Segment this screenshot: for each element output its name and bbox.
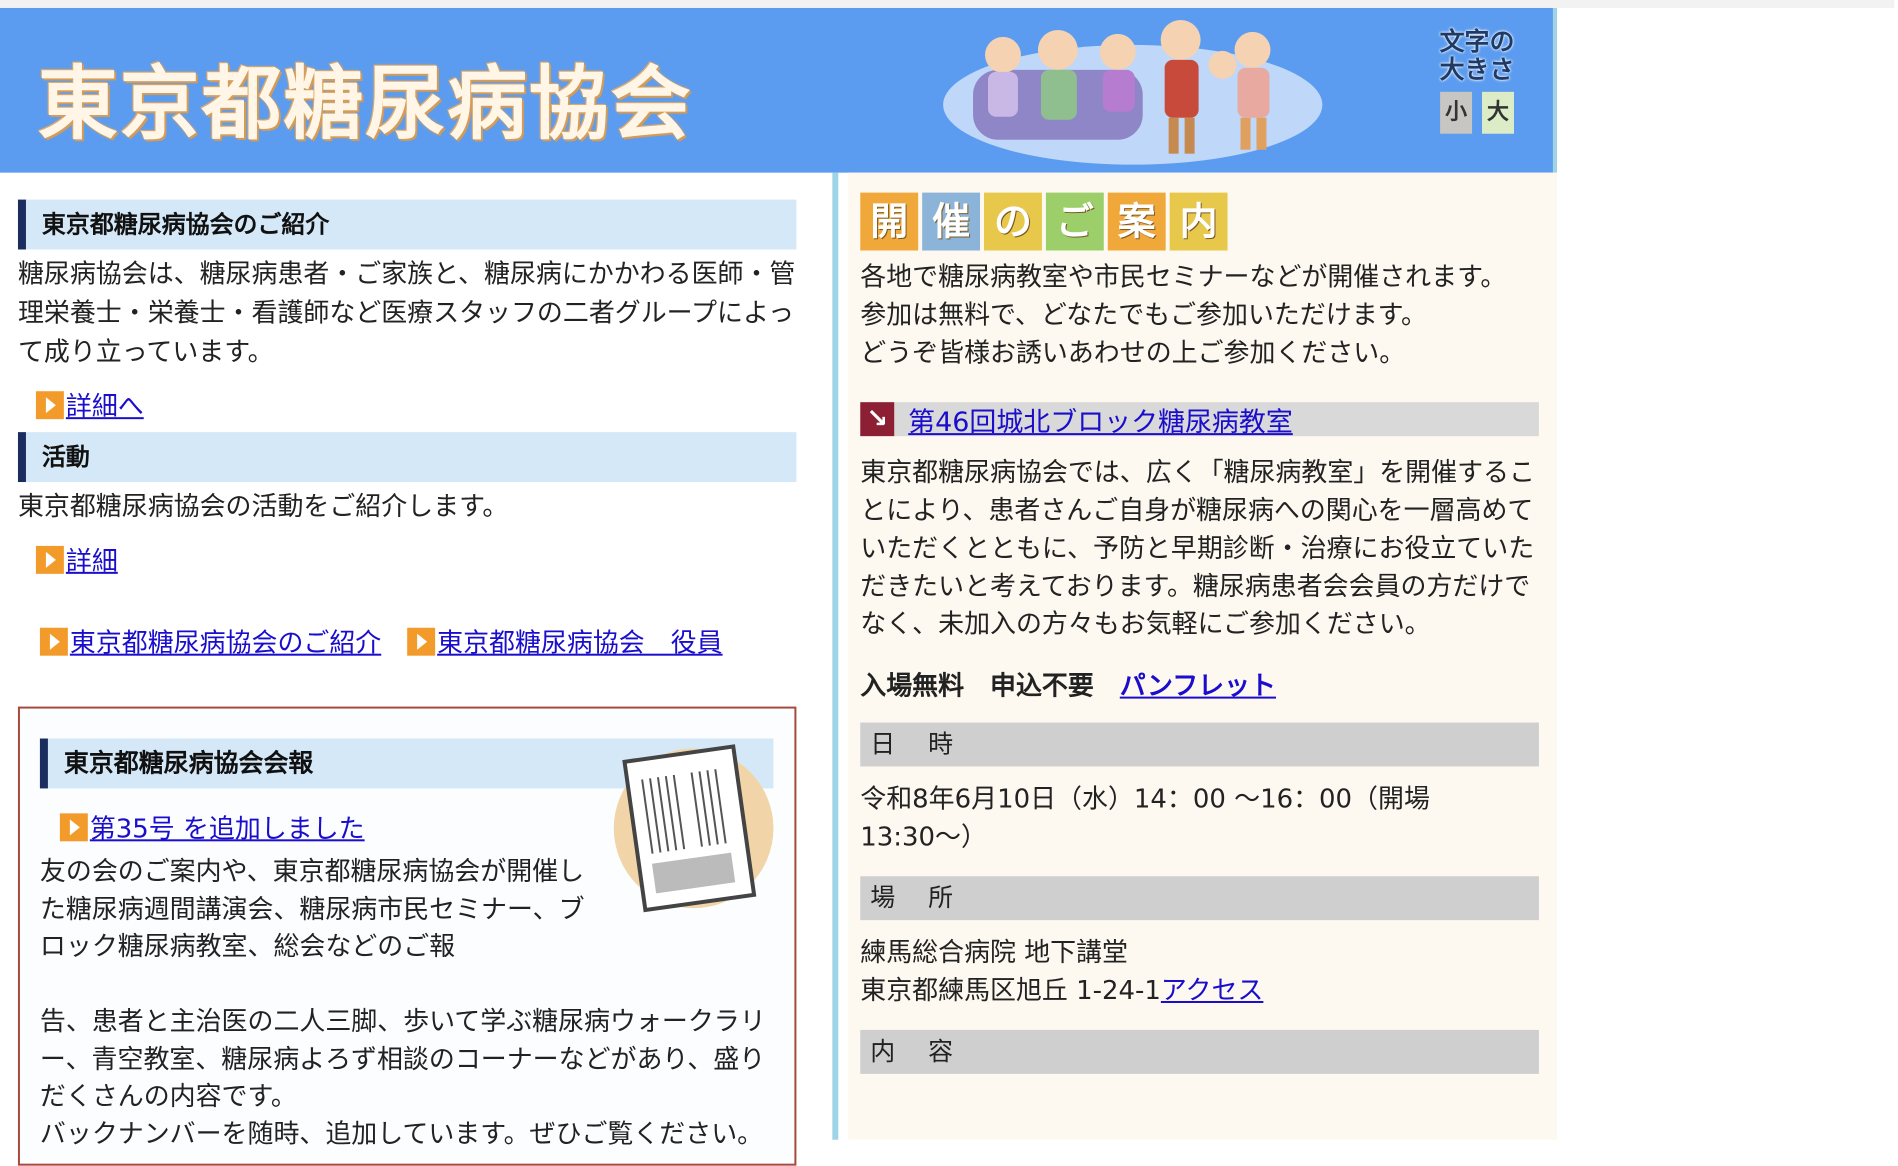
- top-strip: [0, 0, 1895, 8]
- events-title-char-5: 内: [1169, 192, 1228, 251]
- place-label: 場 所: [860, 876, 1539, 921]
- right-column: 開 催 の ご 案 内 各地で糖尿病教室や市民セミナーなどが開催されます。 参加…: [848, 172, 1557, 1140]
- bulletin-box: 東京都糖尿病協会会報 第35号 を追加しました 友の会のご案内や、東京都糖尿病協…: [17, 706, 797, 1166]
- no-application-label: 申込不要: [990, 671, 1094, 702]
- event-title-link[interactable]: 第46回城北ブロック糖尿病教室: [908, 400, 1293, 439]
- bulletin-latest: 第35号 を追加しました: [59, 808, 365, 845]
- font-small-button[interactable]: 小: [1440, 91, 1473, 134]
- bulletin-text-2: 告、患者と主治医の二人三脚、歩いて学ぶ糖尿病ウォークラリー、青空教室、糖尿病よろ…: [40, 1004, 779, 1154]
- events-title: 開 催 の ご 案 内: [860, 192, 1539, 251]
- sub-links: 東京都糖尿病協会のご紹介 東京都糖尿病協会 役員: [39, 623, 796, 660]
- font-size-label-line1: 文字の: [1439, 26, 1515, 56]
- arrow-right-icon: [35, 545, 64, 574]
- font-size-label-line2: 大きさ: [1439, 54, 1515, 84]
- left-column: 東京都糖尿病協会のご紹介 糖尿病協会は、糖尿病患者・ご家族と、糖尿病にかかわる医…: [17, 199, 797, 1166]
- intro-text: 糖尿病協会は、糖尿病患者・ご家族と、糖尿病にかかわる医師・管理栄養士・栄養士・看…: [17, 259, 796, 368]
- events-intro-line3: どうぞ皆様お誘いあわせの上ご参加ください。: [860, 338, 1406, 369]
- place-address-line: 東京都練馬区旭丘 1-24-1アクセス: [860, 972, 1539, 1010]
- events-intro-line1: 各地で糖尿病教室や市民セミナーなどが開催されます。: [860, 262, 1507, 293]
- bulletin-text-2a: 告、患者と主治医の二人三脚、歩いて学ぶ糖尿病ウォークラリー、青空教室、糖尿病よろ…: [39, 1006, 766, 1112]
- intro-heading: 東京都糖尿病協会のご紹介: [17, 199, 797, 250]
- arrow-down-right-icon: ↘: [860, 402, 895, 437]
- event-title-bar: ↘ 第46回城北ブロック糖尿病教室: [860, 400, 1539, 439]
- site-logo[interactable]: 東京都糖尿病協会: [38, 40, 693, 156]
- family-illustration: [943, 19, 1323, 165]
- activity-more: 詳細: [35, 545, 796, 579]
- events-title-char-1: 催: [922, 192, 981, 251]
- intro-more: 詳細へ: [35, 390, 796, 424]
- event-description: 東京都糖尿病協会では、広く「糖尿病教室」を開催することにより、患者さんご自身が糖…: [860, 458, 1535, 640]
- intro-detail-link[interactable]: 詳細へ: [66, 392, 144, 422]
- site-header: 東京都糖尿病協会 文字の 大きさ 小 大: [0, 7, 1557, 173]
- font-large-button[interactable]: 大: [1482, 91, 1514, 134]
- bulletin-text-1: 友の会のご案内や、東京都糖尿病協会が開催した糖尿病週間講演会、糖尿病市民セミナー…: [39, 857, 585, 963]
- arrow-right-icon: [39, 627, 68, 656]
- column-divider: [832, 172, 839, 1140]
- arrow-right-icon: [35, 391, 64, 420]
- bulletin-issue-link[interactable]: 第35号 を追加しました: [90, 814, 365, 844]
- activity-heading: 活動: [17, 432, 797, 483]
- events-title-char-3: ご: [1045, 192, 1104, 251]
- free-entry-label: 入場無料: [860, 671, 965, 702]
- activity-detail-link[interactable]: 詳細: [66, 547, 118, 577]
- events-intro: 各地で糖尿病教室や市民セミナーなどが開催されます。 参加は無料で、どなたでもご参…: [860, 258, 1539, 372]
- place-value: 練馬総合病院 地下講堂 東京都練馬区旭丘 1-24-1アクセス: [860, 934, 1539, 1010]
- content-label: 内 容: [860, 1029, 1539, 1074]
- bulletin-text-3: バックナンバーを随時、追加しています。ぜひご覧ください。: [39, 1119, 764, 1150]
- newspaper-icon: [613, 744, 774, 913]
- date-value: 令和8年6月10日（水）14：00 〜16：00（開場13:30〜）: [860, 784, 1430, 853]
- access-link[interactable]: アクセス: [1161, 976, 1263, 1006]
- events-title-char-2: の: [984, 192, 1042, 251]
- event-entry-info: 入場無料 申込不要 パンフレット: [860, 666, 1539, 703]
- date-label: 日 時: [860, 722, 1539, 767]
- events-intro-line2: 参加は無料で、どなたでもご参加いただけます。: [860, 300, 1427, 331]
- events-title-char-0: 開: [860, 192, 919, 251]
- activity-text: 東京都糖尿病協会の活動をご紹介します。: [17, 492, 509, 522]
- sublink-officers[interactable]: 東京都糖尿病協会 役員: [437, 629, 722, 659]
- events-title-char-4: 案: [1107, 192, 1166, 251]
- sublink-intro[interactable]: 東京都糖尿病協会のご紹介: [70, 629, 381, 659]
- pamphlet-link[interactable]: パンフレット: [1120, 666, 1276, 703]
- place-name: 練馬総合病院 地下講堂: [860, 938, 1129, 969]
- arrow-right-icon: [407, 627, 436, 656]
- place-address: 東京都練馬区旭丘 1-24-1: [860, 976, 1161, 1006]
- arrow-right-icon: [59, 813, 88, 842]
- font-size-switcher: 文字の 大きさ 小 大: [1417, 26, 1537, 134]
